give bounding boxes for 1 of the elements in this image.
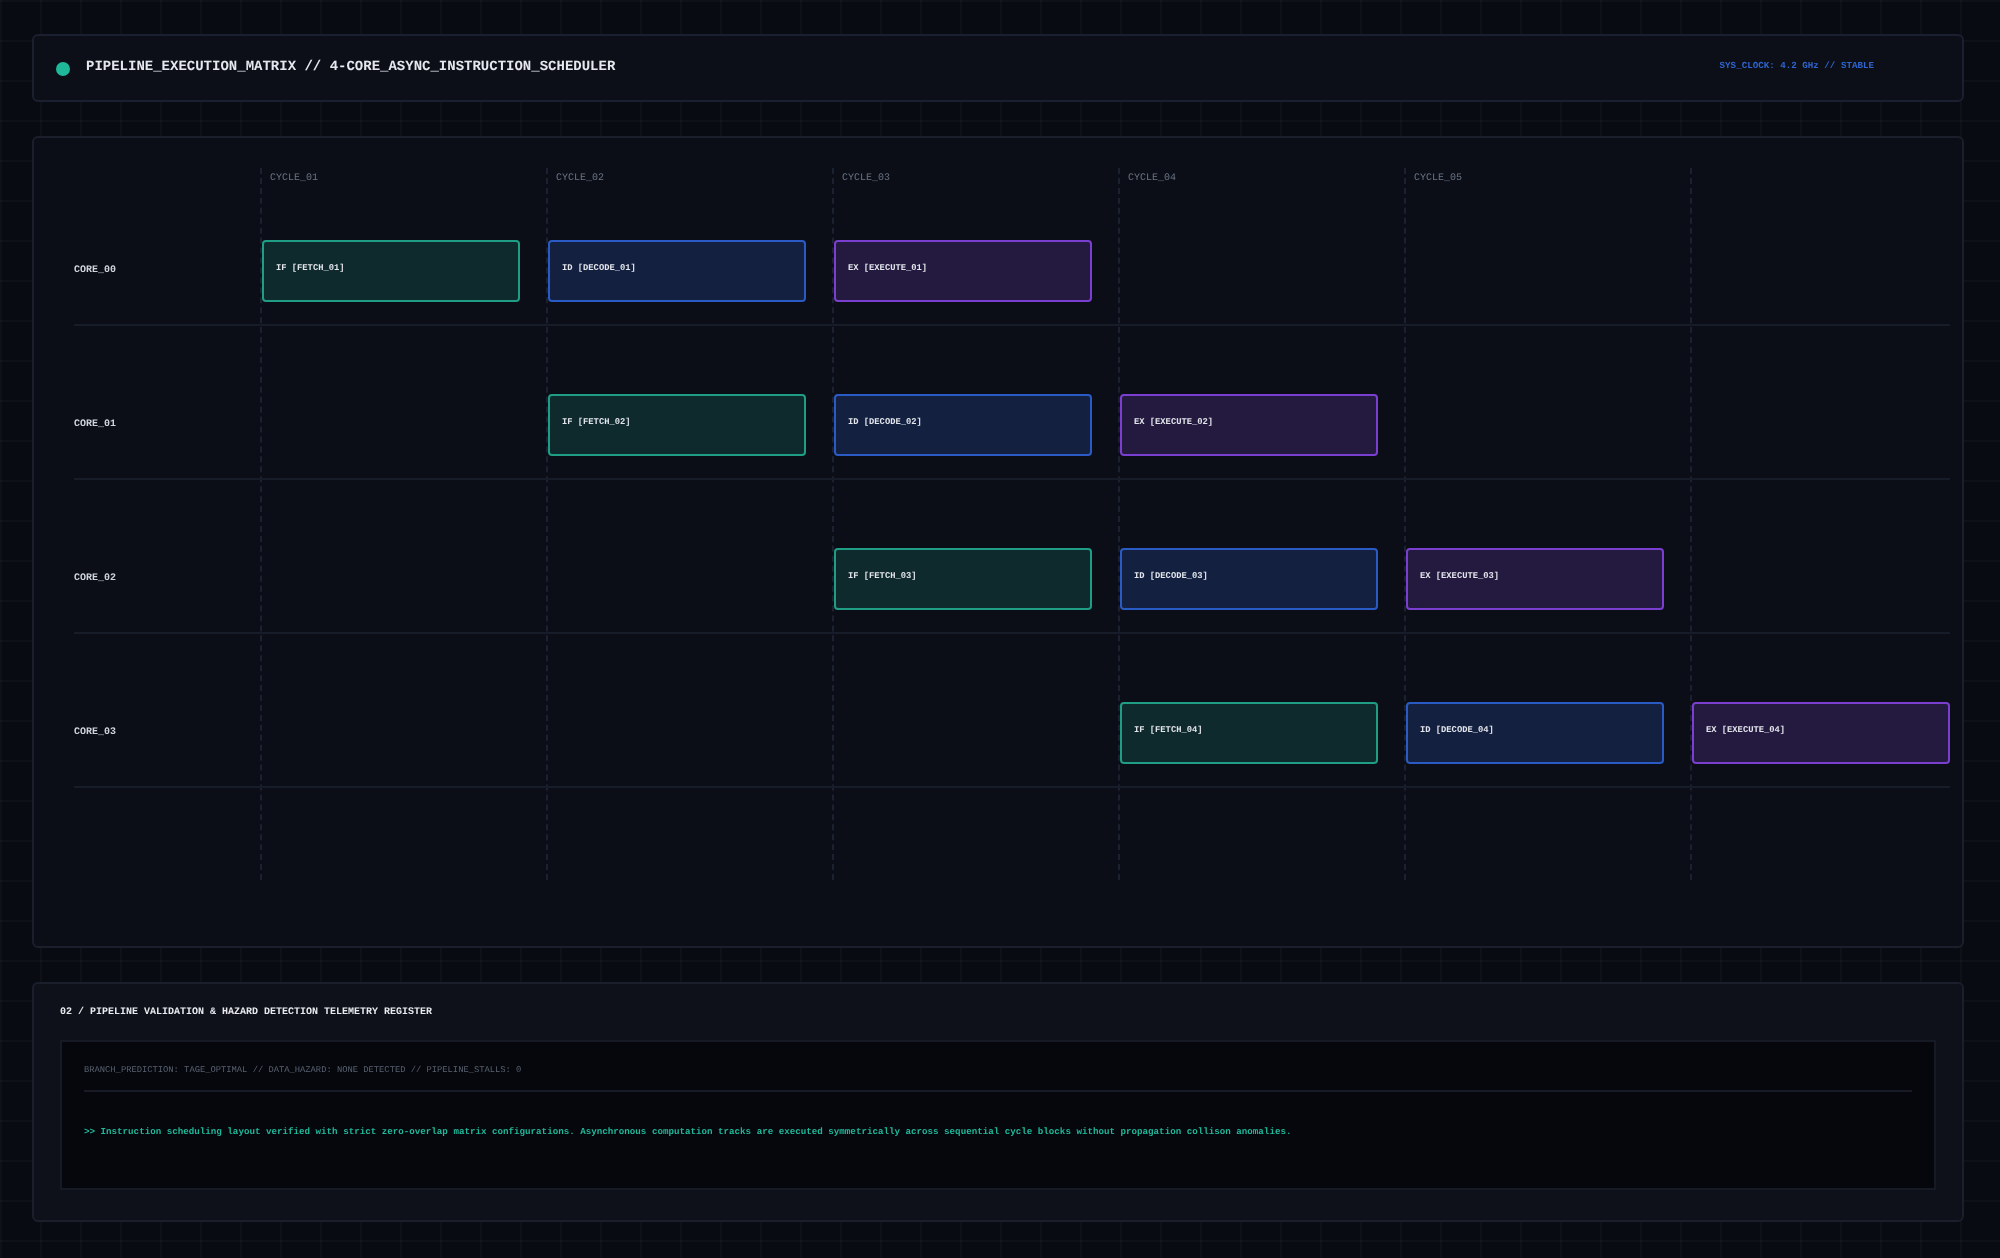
status-dot-icon <box>56 61 70 75</box>
